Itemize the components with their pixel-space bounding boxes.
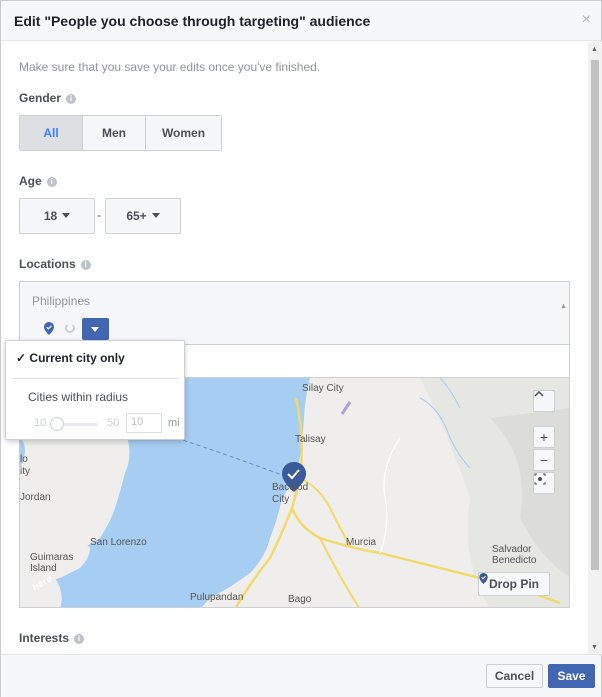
age-min-value: 18 — [43, 209, 58, 223]
check-icon: ✓ — [16, 351, 27, 365]
location-type-dropdown-menu: ✓ Current city only Cities within radius… — [5, 340, 185, 440]
info-icon[interactable]: i — [74, 634, 85, 644]
save-button[interactable]: Save — [548, 664, 595, 688]
chevron-up-icon — [534, 391, 544, 397]
scrollbar-thumb[interactable] — [591, 60, 599, 570]
age-max-select[interactable]: 65+ — [105, 198, 181, 234]
locations-box: Philippines ▲▼ — [19, 281, 570, 351]
radius-input[interactable]: 10 — [126, 413, 162, 433]
dialog-scrollbar[interactable]: ▲ ▼ — [588, 42, 602, 654]
cancel-button[interactable]: Cancel — [486, 664, 543, 688]
crosshair-icon — [534, 473, 546, 485]
map-label-talisay: Talisay — [295, 434, 326, 445]
drop-pin-button[interactable]: Drop Pin — [478, 572, 550, 596]
zoom-out-button[interactable]: − — [533, 449, 555, 471]
option-current-city-label: Current city only — [29, 351, 125, 365]
radius-max-label: 50 — [107, 417, 120, 429]
edit-audience-dialog: Edit "People you choose through targetin… — [0, 0, 602, 697]
close-icon[interactable]: × — [582, 11, 591, 29]
chevron-down-icon — [62, 213, 71, 218]
age-label: Age i — [19, 174, 57, 188]
gender-men-button[interactable]: Men — [83, 116, 146, 150]
drop-pin-label: Drop Pin — [489, 577, 539, 591]
scroll-up-icon[interactable]: ▲ — [591, 46, 598, 53]
option-cities-within-radius[interactable]: Cities within radius — [28, 390, 128, 404]
location-pin-icon — [44, 322, 54, 335]
loading-spinner-icon — [65, 323, 75, 333]
option-current-city-only[interactable]: ✓ Current city only — [16, 351, 125, 365]
map-label-iloilo: lo ity — [20, 454, 30, 477]
age-max-value: 65+ — [126, 209, 147, 223]
zoom-in-button[interactable]: + — [533, 426, 555, 448]
map-label-murcia: Murcia — [346, 537, 377, 548]
chevron-down-icon — [151, 213, 160, 218]
age-dash: - — [97, 208, 101, 222]
save-hint: Make sure that you save your edits once … — [19, 60, 321, 74]
recenter-button[interactable] — [533, 472, 555, 494]
map-label-guimaras: Guimaras Island — [30, 552, 74, 574]
map-label-silay: Silay City — [302, 383, 344, 394]
locations-label: Locations i — [19, 257, 91, 271]
gender-label: Gender i — [19, 91, 77, 105]
menu-divider — [12, 378, 178, 379]
dialog-footer: Cancel Save — [1, 654, 601, 697]
info-icon[interactable]: i — [80, 260, 91, 270]
interests-label: Interests i — [19, 631, 85, 645]
radius-slider-handle[interactable] — [50, 417, 64, 431]
dialog-body: Make sure that you save your edits once … — [1, 42, 601, 654]
radius-min-label: 10 — [34, 417, 47, 429]
locations-label-text: Locations — [19, 257, 76, 271]
map-label-san-lorenzo: San Lorenzo — [90, 537, 147, 548]
map-label-pulupandan: Pulupandan — [190, 592, 244, 603]
age-min-select[interactable]: 18 — [19, 198, 95, 234]
map-label-jordan: Jordan — [20, 492, 51, 503]
dialog-header: Edit "People you choose through targetin… — [1, 1, 601, 41]
info-icon[interactable]: i — [46, 177, 57, 187]
map-label-bago: Bago — [288, 594, 312, 605]
location-type-dropdown-button[interactable] — [82, 318, 109, 340]
chevron-down-icon — [91, 327, 99, 332]
radius-unit: mi — [168, 417, 180, 429]
map-label-bacolod: Bacolod City — [272, 482, 309, 505]
location-country: Philippines — [32, 294, 91, 308]
gender-all-button[interactable]: All — [20, 116, 83, 150]
location-pin-icon — [479, 573, 488, 584]
gender-selector: All Men Women — [19, 115, 222, 151]
info-icon[interactable]: i — [66, 94, 77, 104]
dialog-title: Edit "People you choose through targetin… — [14, 13, 371, 29]
gender-label-text: Gender — [19, 91, 62, 105]
age-label-text: Age — [19, 174, 42, 188]
map-label-salvador-benedicto: Salvador Benedicto — [492, 544, 537, 566]
scroll-down-icon[interactable]: ▼ — [591, 644, 598, 651]
gender-women-button[interactable]: Women — [146, 116, 221, 150]
interests-label-text: Interests — [19, 631, 70, 645]
map-collapse-button[interactable] — [533, 390, 555, 412]
